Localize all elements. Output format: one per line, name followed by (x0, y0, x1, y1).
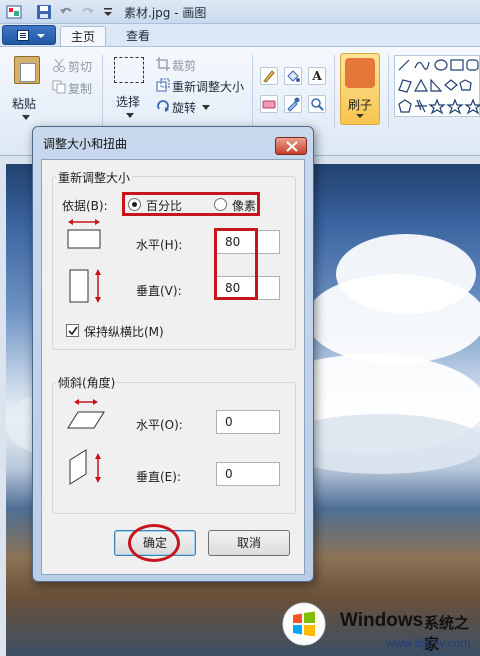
save-icon[interactable] (36, 4, 52, 20)
magnifier-tool[interactable] (308, 95, 326, 113)
ribbon-separator (102, 55, 103, 129)
copy-icon (52, 80, 66, 94)
copy-button[interactable]: 复制 (68, 80, 92, 97)
rotate-button[interactable]: 旋转 (172, 99, 196, 116)
horizontal-resize-icon (67, 219, 101, 249)
shapes-gallery[interactable] (394, 55, 480, 117)
scissors-icon (53, 58, 65, 72)
skew-vertical-label: 垂直(E): (136, 470, 181, 484)
cancel-button[interactable]: 取消 (208, 530, 290, 556)
highlight-size-values (214, 228, 258, 300)
resize-button[interactable]: 重新调整大小 (172, 78, 244, 95)
window-title: 素材.jpg - 画图 (124, 6, 207, 20)
horizontal-skew-icon (67, 399, 105, 429)
vertical-skew-icon (69, 449, 101, 485)
ribbon-separator (252, 55, 253, 129)
highlight-percent-option (122, 192, 260, 216)
skew-group-title: 倾斜(角度) (56, 374, 118, 391)
select-label: 选择 (116, 95, 141, 109)
watermark-brand: Windows (340, 610, 424, 631)
resize-group-title: 重新调整大小 (56, 169, 133, 186)
app-icon (6, 5, 22, 19)
ribbon-separator (388, 55, 389, 129)
watermark: Windows 系统之家 www.bjjmlv.com (276, 600, 480, 656)
vertical-resize-icon (69, 269, 101, 303)
brushes-button[interactable]: 刷子 (340, 53, 380, 125)
watermark-url: www.bjjmlv.com (386, 636, 471, 650)
clipboard-icon (14, 56, 40, 84)
pencil-icon (263, 70, 275, 83)
skew-horizontal-label: 水平(O): (136, 418, 183, 432)
chevron-down-icon (202, 105, 210, 110)
document-icon (17, 30, 29, 41)
paint-bucket-icon (287, 70, 300, 82)
redo-icon[interactable] (80, 4, 96, 20)
skew-vertical-input[interactable]: 0 (216, 462, 280, 486)
selection-rect-icon (114, 57, 144, 83)
crop-button[interactable]: 裁剪 (172, 57, 196, 74)
paint-menu-button[interactable] (2, 25, 56, 45)
shapes-icons (398, 59, 480, 115)
color-picker-tool[interactable] (284, 95, 302, 113)
undo-icon[interactable] (58, 4, 74, 20)
ribbon-tab-row: 主页 查看 (0, 24, 480, 46)
skew-horizontal-input[interactable]: 0 (216, 410, 280, 434)
tab-home[interactable]: 主页 (60, 26, 106, 46)
eyedropper-icon (287, 97, 300, 112)
eraser-tool[interactable] (260, 95, 278, 113)
vertical-label: 垂直(V): (136, 284, 182, 298)
rotate-icon (157, 100, 169, 112)
check-icon (68, 326, 78, 336)
text-tool[interactable]: A (308, 67, 326, 85)
keep-ratio-checkbox[interactable] (66, 324, 79, 337)
highlight-ok-button (128, 524, 180, 562)
crop-icon (156, 57, 170, 71)
chevron-down-icon (126, 113, 134, 118)
chevron-down-icon (356, 114, 364, 118)
brushes-label: 刷子 (347, 98, 372, 112)
tab-view[interactable]: 查看 (118, 26, 158, 46)
by-label: 依据(B): (62, 199, 108, 213)
close-icon (286, 141, 298, 152)
dialog-body: 重新调整大小 依据(B): 百分比 像素 水平(H): 80 垂直(V): 80… (41, 159, 305, 575)
chevron-down-icon (22, 115, 30, 120)
brush-icon (345, 58, 375, 88)
pencil-tool[interactable] (260, 67, 278, 85)
customize-dropdown-icon[interactable] (100, 4, 116, 20)
close-button[interactable] (275, 137, 307, 155)
cut-button[interactable]: 剪切 (68, 58, 92, 75)
windows-logo-icon (282, 602, 326, 646)
ribbon-separator (334, 55, 335, 129)
magnifier-icon (311, 98, 324, 111)
title-bar: 素材.jpg - 画图 (0, 0, 480, 24)
dialog-title: 调整大小和扭曲 (43, 137, 128, 151)
resize-icon (156, 78, 170, 92)
horizontal-label: 水平(H): (136, 238, 183, 252)
chevron-down-icon (37, 34, 45, 38)
eraser-icon (262, 100, 276, 109)
keep-ratio-label[interactable]: 保持纵横比(M) (84, 323, 164, 340)
paste-label: 粘贴 (12, 97, 37, 111)
fill-tool[interactable] (284, 67, 302, 85)
